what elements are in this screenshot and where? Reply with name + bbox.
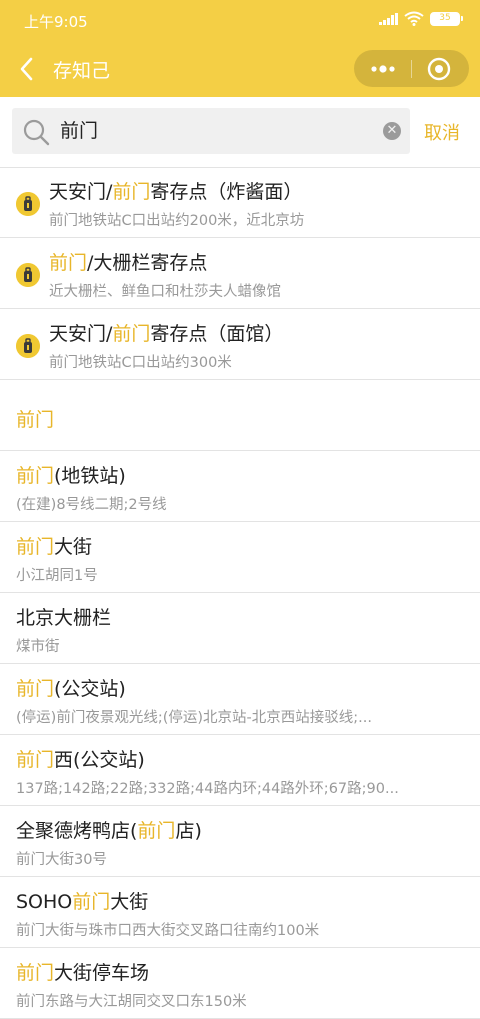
place-item[interactable]: 北京大栅栏 煤市街 <box>0 594 480 664</box>
title-text: 大街 <box>110 891 149 913</box>
title-text: 寄存点（炸酱面） <box>150 181 303 203</box>
luggage-pin-icon <box>16 263 40 287</box>
highlighted-keyword: 前门 <box>72 891 111 913</box>
place-detail: 前门东路与大江胡同交叉口东150米 <box>16 994 247 1010</box>
result-title: 前门大街停车场 <box>16 958 149 985</box>
result-title: 前门西(公交站) <box>16 745 145 772</box>
result-title: 全聚德烤鸭店(前门店) <box>16 816 202 843</box>
result-address: 近大栅栏、鲜鱼口和杜莎夫人蜡像馆 <box>49 284 281 300</box>
luggage-pin-icon <box>16 334 40 358</box>
title-text: 寄存点（面馆） <box>150 323 284 345</box>
place-detail: 小江胡同1号 <box>16 568 98 584</box>
place-item[interactable]: 前门西(公交站) 137路;142路;22路;332路;44路内环;44路外环;6… <box>0 736 480 806</box>
highlighted-keyword: 前门 <box>16 465 55 487</box>
place-item[interactable]: 前门(公交站) (停运)前门夜景观光线;(停运)北京站-北京西站接驳线;... <box>0 665 480 735</box>
place-detail: 前门大街30号 <box>16 852 107 868</box>
signal-icon <box>379 13 398 25</box>
clear-icon[interactable]: ✕ <box>383 122 401 140</box>
group-heading-text: 前门 <box>16 409 55 431</box>
result-title: 前门大街 <box>16 532 92 559</box>
place-detail: 煤市街 <box>16 639 60 655</box>
title-text: /大栅栏寄存点 <box>87 252 208 274</box>
title-text: 天安门/ <box>49 323 113 345</box>
wifi-icon <box>404 11 424 26</box>
highlighted-keyword: 前门 <box>16 962 55 984</box>
highlighted-keyword: 前门 <box>16 749 55 771</box>
capsule-close-icon[interactable] <box>426 56 452 82</box>
search-input[interactable]: 前门 <box>60 108 380 154</box>
group-heading: 前门 <box>0 381 480 451</box>
page-title: 存知己 <box>53 60 111 82</box>
status-time: 上午9:05 <box>24 13 88 31</box>
cancel-button[interactable]: 取消 <box>424 119 460 145</box>
title-text: 大街 <box>54 536 93 558</box>
result-title: 前门(公交站) <box>16 674 126 701</box>
search-bar: 前门 ✕ <box>0 97 480 168</box>
mini-program-capsule <box>354 50 469 87</box>
place-item[interactable]: 前门大街停车场前门东路与大江胡同交叉口东150米 <box>0 949 480 1019</box>
place-detail: (在建)8号线二期;2号线 <box>16 497 167 513</box>
result-title: 北京大栅栏 <box>16 603 111 630</box>
luggage-pin-icon <box>16 192 40 216</box>
place-item[interactable]: SOHO前门大街前门大街与珠市口西大街交叉路口往南约100米 <box>0 878 480 948</box>
result-title: 前门/大栅栏寄存点 <box>49 248 207 275</box>
result-title: 前门(地铁站) <box>16 461 126 488</box>
highlighted-keyword: 前门 <box>112 181 151 203</box>
result-title: 天安门/前门寄存点（面馆） <box>49 319 283 346</box>
place-item[interactable]: 前门(地铁站) (在建)8号线二期;2号线 <box>0 452 480 522</box>
more-dots-icon[interactable] <box>368 59 398 79</box>
title-text: (地铁站) <box>54 465 126 487</box>
capsule-divider <box>411 60 412 78</box>
result-address: 前门地铁站C口出站约200米，近北京坊 <box>49 213 305 229</box>
top-bar: 上午9:05 35 存知己 <box>0 0 480 97</box>
result-title: SOHO前门大街 <box>16 887 148 914</box>
result-title: 天安门/前门寄存点（炸酱面） <box>49 177 302 204</box>
place-item[interactable]: 全聚德烤鸭店(前门店) 前门大街30号 <box>0 807 480 877</box>
title-text: 西(公交站) <box>54 749 145 771</box>
place-item[interactable]: 前门大街小江胡同1号 <box>0 523 480 593</box>
title-text: 店) <box>175 820 202 842</box>
highlighted-keyword: 前门 <box>112 323 151 345</box>
title-text: 全聚德烤鸭店( <box>16 820 138 842</box>
highlighted-keyword: 前门 <box>16 536 55 558</box>
battery-icon: 35 <box>430 12 463 26</box>
search-box[interactable]: 前门 ✕ <box>12 108 410 154</box>
storage-point-item[interactable]: 天安门/前门寄存点（炸酱面） 前门地铁站C口出站约200米，近北京坊 <box>0 168 480 238</box>
place-detail: 137路;142路;22路;332路;44路内环;44路外环;67路;90... <box>16 781 399 797</box>
highlighted-keyword: 前门 <box>16 678 55 700</box>
place-detail: (停运)前门夜景观光线;(停运)北京站-北京西站接驳线;... <box>16 710 372 726</box>
title-text: 天安门/ <box>49 181 113 203</box>
back-button[interactable] <box>14 52 42 86</box>
highlighted-keyword: 前门 <box>137 820 176 842</box>
title-text: (公交站) <box>54 678 126 700</box>
title-text: SOHO <box>16 891 73 913</box>
highlighted-keyword: 前门 <box>49 252 88 274</box>
storage-point-item[interactable]: 前门/大栅栏寄存点近大栅栏、鲜鱼口和杜莎夫人蜡像馆 <box>0 239 480 309</box>
search-icon <box>23 119 50 146</box>
title-text: 北京大栅栏 <box>16 607 112 629</box>
status-bar: 上午9:05 35 <box>0 0 480 40</box>
result-address: 前门地铁站C口出站约300米 <box>49 355 232 371</box>
title-text: 大街停车场 <box>54 962 150 984</box>
storage-point-item[interactable]: 天安门/前门寄存点（面馆） 前门地铁站C口出站约300米 <box>0 310 480 380</box>
place-detail: 前门大街与珠市口西大街交叉路口往南约100米 <box>16 923 320 939</box>
